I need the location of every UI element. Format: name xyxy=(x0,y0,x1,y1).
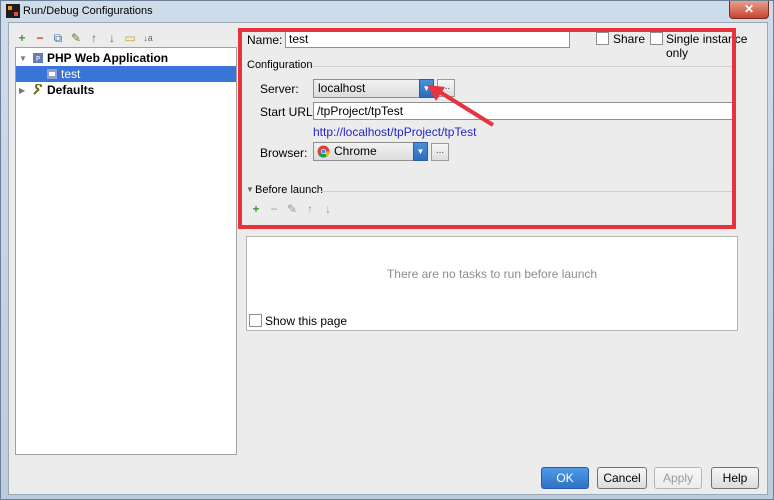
titlebar: Run/Debug Configurations ✕ xyxy=(1,1,773,21)
dialog-client: + − ⧉ ✎ ↑ ↓ ▭ ↓a ▼ P PHP Web Application xyxy=(8,22,768,495)
tree-item-label: Defaults xyxy=(47,83,95,97)
help-button[interactable]: Help xyxy=(711,467,759,489)
show-page-checkbox[interactable] xyxy=(249,314,262,327)
chrome-icon xyxy=(317,145,330,158)
collapsed-arrow-icon[interactable]: ▶ xyxy=(19,86,29,95)
share-checkbox[interactable] xyxy=(596,32,609,45)
browser-label: Browser: xyxy=(260,146,308,160)
copy-icon[interactable]: ⧉ xyxy=(51,31,65,45)
tree-item-label: test xyxy=(61,67,81,81)
show-page-label: Show this page xyxy=(265,314,348,328)
start-url-label: Start URL: xyxy=(260,105,317,119)
move-task-up-icon[interactable]: ↑ xyxy=(303,202,317,216)
single-instance-checkbox[interactable] xyxy=(650,32,663,45)
php-app-icon: P xyxy=(33,53,43,63)
ok-button[interactable]: OK xyxy=(541,467,589,489)
server-value: localhost xyxy=(318,81,366,95)
server-label: Server: xyxy=(260,82,299,96)
cancel-button[interactable]: Cancel xyxy=(597,467,647,489)
share-label: Share xyxy=(613,32,646,46)
dropdown-arrow-icon[interactable]: ▼ xyxy=(413,142,428,161)
highlight-arrow xyxy=(427,85,495,127)
run-debug-window: Run/Debug Configurations ✕ + − ⧉ ✎ ↑ ↓ ▭… xyxy=(0,0,774,500)
browser-select[interactable]: Chrome ▼ xyxy=(313,142,428,161)
server-select[interactable]: localhost ▼ xyxy=(313,79,434,98)
divider xyxy=(321,191,735,192)
single-instance-label: Single instance only xyxy=(666,32,748,60)
remove-task-icon[interactable]: − xyxy=(267,202,281,216)
start-url-input[interactable]: /tpProject/tpTest xyxy=(313,102,734,120)
sort-icon[interactable]: ↓a xyxy=(141,31,155,45)
folder-icon[interactable]: ▭ xyxy=(123,31,137,45)
move-task-down-icon[interactable]: ↓ xyxy=(321,202,335,216)
close-window-button[interactable]: ✕ xyxy=(729,1,769,19)
svg-text:P: P xyxy=(36,55,40,63)
move-up-icon[interactable]: ↑ xyxy=(87,31,101,45)
empty-tasks-message: There are no tasks to run before launch xyxy=(386,267,598,281)
add-icon[interactable]: + xyxy=(15,31,29,45)
tree-item-test[interactable]: test xyxy=(16,66,236,82)
tree-item-defaults[interactable]: ▶ Defaults xyxy=(16,82,236,98)
remove-icon[interactable]: − xyxy=(33,31,47,45)
expanded-arrow-icon[interactable]: ▼ xyxy=(19,54,29,63)
configurations-tree: ▼ P PHP Web Application test ▶ Defaults xyxy=(15,47,237,455)
divider xyxy=(312,66,732,67)
edit-defaults-icon[interactable]: ✎ xyxy=(69,31,83,45)
collapse-arrow-icon[interactable]: ▼ xyxy=(246,185,254,194)
php-config-icon xyxy=(47,69,57,79)
add-task-icon[interactable]: + xyxy=(249,202,263,216)
wrench-icon xyxy=(33,84,42,95)
window-title: Run/Debug Configurations xyxy=(23,5,153,17)
browser-value: Chrome xyxy=(334,144,377,158)
configuration-heading: Configuration xyxy=(247,59,313,71)
name-label: Name: xyxy=(247,33,283,47)
config-toolbar: + − ⧉ ✎ ↑ ↓ ▭ ↓a xyxy=(15,29,155,47)
apply-button[interactable]: Apply xyxy=(654,467,702,489)
edit-task-icon[interactable]: ✎ xyxy=(285,202,299,216)
tree-item-label: PHP Web Application xyxy=(47,51,169,65)
move-down-icon[interactable]: ↓ xyxy=(105,31,119,45)
before-launch-heading: Before launch xyxy=(255,184,323,196)
tree-item-php-web-application[interactable]: ▼ P PHP Web Application xyxy=(16,50,236,66)
browser-settings-button[interactable]: ... xyxy=(431,143,449,161)
intellij-app-icon xyxy=(6,4,20,18)
name-input[interactable]: test xyxy=(285,30,570,48)
